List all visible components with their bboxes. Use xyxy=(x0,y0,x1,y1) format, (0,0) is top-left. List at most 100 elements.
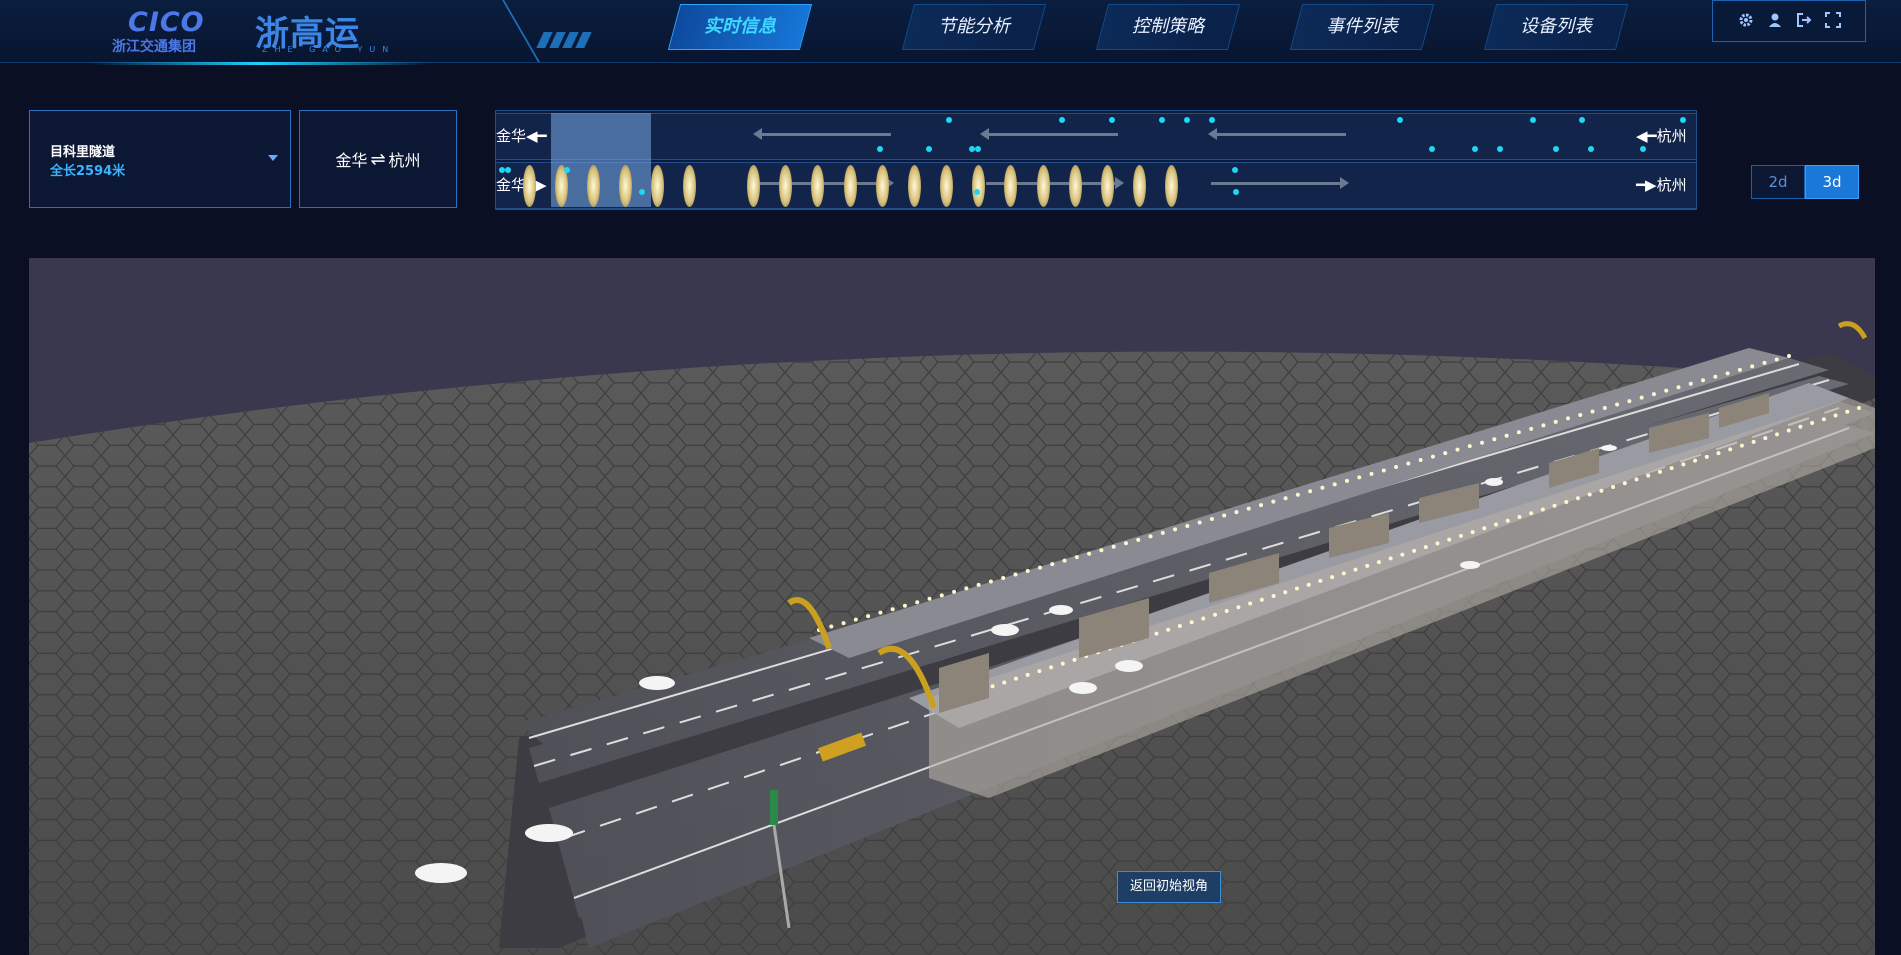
tunnel-light xyxy=(1283,590,1288,595)
tunnel-light xyxy=(1639,395,1644,400)
tunnel-light xyxy=(1704,454,1709,459)
vehicle-dot xyxy=(1640,146,1646,152)
tunnel-light xyxy=(1412,548,1417,553)
tunnel-light xyxy=(1575,496,1580,501)
tunnel-lamp xyxy=(844,165,857,207)
tunnel-light xyxy=(1087,551,1092,556)
arrow-left-icon: ◀━ xyxy=(526,127,547,145)
tunnel-light xyxy=(1189,620,1194,625)
tunnel-lamp xyxy=(1004,165,1017,207)
tunnel-light xyxy=(1166,627,1171,632)
arrow-left-icon: ◀━ xyxy=(1636,127,1657,145)
lane-westbound xyxy=(496,113,1696,160)
tunnel-light xyxy=(1201,616,1206,621)
nav-tab-energy[interactable]: 节能分析 xyxy=(901,4,1047,50)
tunnel-lamp xyxy=(811,165,824,207)
tunnel-light xyxy=(1406,461,1411,466)
nav-tab-label: 设备列表 xyxy=(1520,16,1592,37)
view-2d-button[interactable]: 2d xyxy=(1751,165,1805,199)
tunnel-light xyxy=(1394,464,1399,469)
tunnel-light xyxy=(1716,451,1721,456)
tunnel-light xyxy=(1001,575,1006,580)
tunnel-light xyxy=(1611,484,1616,489)
tunnel-lamp xyxy=(1133,165,1146,207)
nav-tab-events[interactable]: 事件列表 xyxy=(1289,4,1435,50)
tunnel-light xyxy=(1602,406,1607,411)
tunnel-light xyxy=(1050,562,1055,567)
tunnel-light xyxy=(1224,609,1229,614)
tunnel-light xyxy=(1587,492,1592,497)
tunnel-light xyxy=(990,684,995,689)
tunnel-light xyxy=(902,603,907,608)
vehicle-dot xyxy=(975,146,981,152)
lane-strip: 金华◀━ ◀━杭州 金华━▶ ━▶杭州 xyxy=(495,110,1697,210)
tunnel-light xyxy=(1259,503,1264,508)
tunnel-light xyxy=(1774,357,1779,362)
tunnel-light xyxy=(1246,506,1251,511)
tunnel-light xyxy=(1435,541,1440,546)
tunnel-light xyxy=(1353,567,1358,572)
nav-tab-devices[interactable]: 设备列表 xyxy=(1483,4,1629,50)
cico-logo-subtitle: 浙江交通集团 xyxy=(112,39,196,55)
tunnel-light xyxy=(1002,680,1007,685)
tunnel-light xyxy=(1458,533,1463,538)
tunnel-light xyxy=(1271,499,1276,504)
tunnel-light xyxy=(1136,537,1141,542)
tunnel-light xyxy=(1599,488,1604,493)
tunnel-light xyxy=(1376,560,1381,565)
tunnel-light xyxy=(1810,421,1815,426)
tunnel-light xyxy=(1148,534,1153,539)
reset-view-button[interactable]: 返回初始视角 xyxy=(1117,871,1222,903)
tunnel-light xyxy=(1480,440,1485,445)
tunnel-3d-scene[interactable]: 返回初始视角 xyxy=(29,258,1875,955)
lane-bottom-left-label: 金华━▶ xyxy=(496,176,547,194)
tunnel-light xyxy=(853,617,858,622)
vehicle-dot xyxy=(1209,117,1215,123)
tunnel-light xyxy=(1565,416,1570,421)
tunnel-select[interactable]: 目科里隧道 全长2594米 xyxy=(29,110,291,208)
fullscreen-icon[interactable] xyxy=(1824,12,1842,30)
tunnel-light xyxy=(1737,367,1742,372)
tunnel-light xyxy=(1750,364,1755,369)
tunnel-light xyxy=(1676,385,1681,390)
tunnel-light xyxy=(1418,458,1423,463)
tunnel-light xyxy=(1357,475,1362,480)
tunnel-light xyxy=(1154,631,1159,636)
tunnel-light xyxy=(1062,558,1067,563)
tunnel-light xyxy=(1049,665,1054,670)
tunnel-light xyxy=(1038,565,1043,570)
tunnel-light xyxy=(1236,605,1241,610)
logout-icon[interactable] xyxy=(1795,12,1813,30)
tunnel-light xyxy=(1622,481,1627,486)
nav-tab-label: 实时信息 xyxy=(704,16,776,37)
traffic-arrow-left xyxy=(980,128,1118,140)
tunnel-light xyxy=(1306,582,1311,587)
tunnel-light xyxy=(1787,354,1791,358)
user-icon[interactable] xyxy=(1766,12,1784,30)
vehicle-dot xyxy=(946,117,952,123)
tunnel-light xyxy=(1504,433,1509,438)
tunnel-light xyxy=(1173,527,1178,532)
vehicle-dot xyxy=(877,146,883,152)
nav-tab-control[interactable]: 控制策略 xyxy=(1095,4,1241,50)
tunnel-light xyxy=(1308,489,1313,494)
direction-switch[interactable]: 金华 ⇌ 杭州 xyxy=(299,110,457,208)
tunnel-light xyxy=(829,624,834,629)
tunnel-light xyxy=(1430,454,1435,459)
tunnel-lamp xyxy=(908,165,921,207)
lane-top-right-label: ◀━杭州 xyxy=(1636,127,1687,145)
tunnel-light xyxy=(1455,447,1460,452)
tunnel-light xyxy=(1657,469,1662,474)
tunnel-light xyxy=(1123,541,1128,546)
lane-eastbound xyxy=(496,162,1696,209)
tunnel-light xyxy=(1213,612,1218,617)
tunnel-light xyxy=(1541,423,1546,428)
view-3d-button[interactable]: 3d xyxy=(1805,165,1859,199)
tunnel-light xyxy=(1283,496,1288,501)
tunnel-light xyxy=(866,614,871,619)
vehicle-dot xyxy=(1553,146,1559,152)
gear-icon[interactable] xyxy=(1737,12,1755,30)
vehicle-dot xyxy=(974,189,980,195)
tunnel-light xyxy=(1669,466,1674,471)
nav-tab-realtime[interactable]: 实时信息 xyxy=(667,4,813,50)
